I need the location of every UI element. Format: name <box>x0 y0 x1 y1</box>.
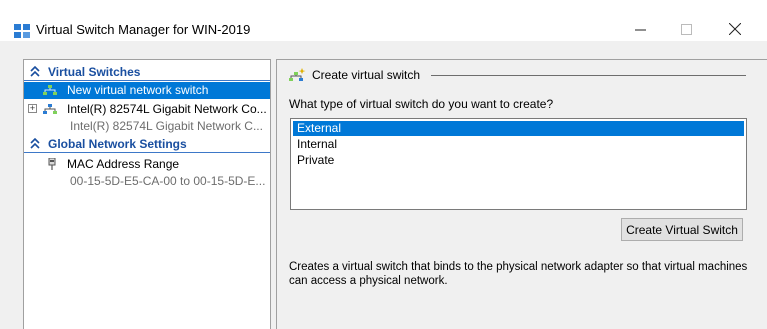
group-divider <box>431 75 746 76</box>
virtual-switch-manager-window: Virtual Switch Manager for WIN-2019 Virt… <box>0 0 767 329</box>
tree-item-label: MAC Address Range <box>67 157 180 171</box>
switch-type-question: What type of virtual switch do you want … <box>289 97 554 111</box>
mac-address-icon <box>48 158 56 170</box>
navigation-pane: Virtual Switches New virtual network swi… <box>23 59 271 329</box>
window-title: Virtual Switch Manager for WIN-2019 <box>36 22 251 37</box>
expand-icon[interactable]: + <box>28 104 37 113</box>
group-title: Create virtual switch <box>288 67 420 83</box>
tree-item-label: New virtual network switch <box>67 83 209 97</box>
network-switch-icon <box>43 85 57 95</box>
app-icon <box>14 24 30 38</box>
minimize-button[interactable] <box>617 14 663 44</box>
create-virtual-switch-button[interactable]: Create Virtual Switch <box>621 218 743 241</box>
maximize-icon <box>680 23 692 35</box>
tree-item-label: Intel(R) 82574L Gigabit Network Co... <box>67 102 267 116</box>
tree-item-intel-adapter-switch[interactable]: + Intel(R) 82574L Gigabit Network Co... <box>24 101 270 118</box>
close-icon <box>729 23 741 35</box>
option-internal[interactable]: Internal <box>293 137 744 152</box>
section-header-virtual-switches[interactable]: Virtual Switches <box>24 65 270 81</box>
minimize-icon <box>634 29 646 30</box>
tree-item-subtext: Intel(R) 82574L Gigabit Network C... <box>70 119 263 133</box>
network-adapter-icon <box>43 104 57 114</box>
switch-type-listbox[interactable]: External Internal Private <box>290 118 747 210</box>
tree-item-new-virtual-switch[interactable]: New virtual network switch <box>24 82 270 99</box>
title-bar[interactable]: Virtual Switch Manager for WIN-2019 <box>0 0 767 41</box>
section-header-label: Global Network Settings <box>48 137 187 151</box>
tree-item-subtext: 00-15-5D-E5-CA-00 to 00-15-5D-E... <box>70 174 266 188</box>
option-private[interactable]: Private <box>293 153 744 168</box>
section-divider <box>24 80 270 81</box>
section-header-label: Virtual Switches <box>48 65 141 79</box>
section-divider <box>24 152 270 153</box>
tree-item-mac-address-range[interactable]: MAC Address Range <box>24 156 270 173</box>
section-header-global-network-settings[interactable]: Global Network Settings <box>24 137 270 153</box>
group-title-label: Create virtual switch <box>312 68 421 82</box>
collapse-chevron-icon <box>30 66 40 77</box>
switch-type-description: Creates a virtual switch that binds to t… <box>289 261 748 287</box>
maximize-button[interactable] <box>663 14 709 44</box>
close-button[interactable] <box>712 14 758 44</box>
collapse-chevron-icon <box>30 138 40 149</box>
create-switch-icon <box>289 68 306 81</box>
option-external[interactable]: External <box>293 121 744 136</box>
